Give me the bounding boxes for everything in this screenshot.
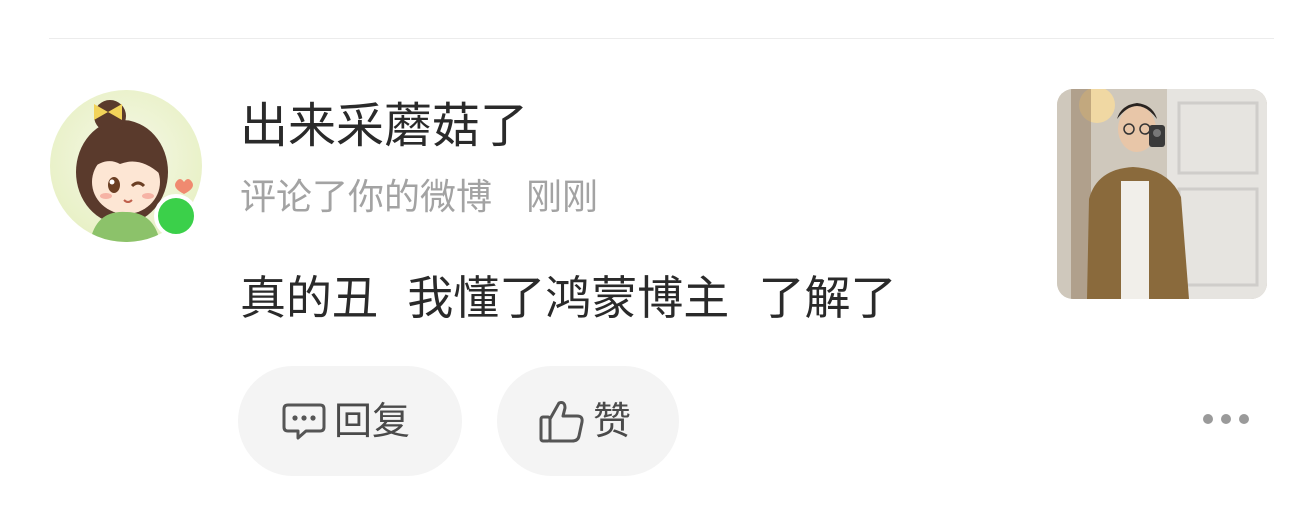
more-dots-icon[interactable]: [1203, 414, 1249, 424]
more-dot: [1221, 414, 1231, 424]
more-dot: [1203, 414, 1213, 424]
more-dot: [1239, 414, 1249, 424]
comment-text: 真的丑 我懂了鸿蒙博主 了解了: [240, 271, 897, 325]
post-thumbnail[interactable]: [1057, 89, 1267, 299]
timestamp: 刚刚: [526, 177, 599, 218]
top-divider: [49, 38, 1274, 39]
mirror-selfie-photo: [1057, 89, 1267, 299]
reply-button[interactable]: 回复: [238, 366, 462, 476]
online-status-dot: [154, 194, 198, 238]
like-button[interactable]: 赞: [497, 366, 679, 476]
thumbs-up-icon: [539, 399, 585, 443]
like-label: 赞: [593, 399, 632, 443]
username[interactable]: 出来采蘑菇了: [240, 96, 528, 156]
action-text: 评论了你的微博: [240, 177, 493, 218]
reply-label: 回复: [334, 399, 411, 443]
comment-bubble-icon: [282, 401, 326, 441]
comment-meta: 评论了你的微博 刚刚: [240, 174, 598, 222]
